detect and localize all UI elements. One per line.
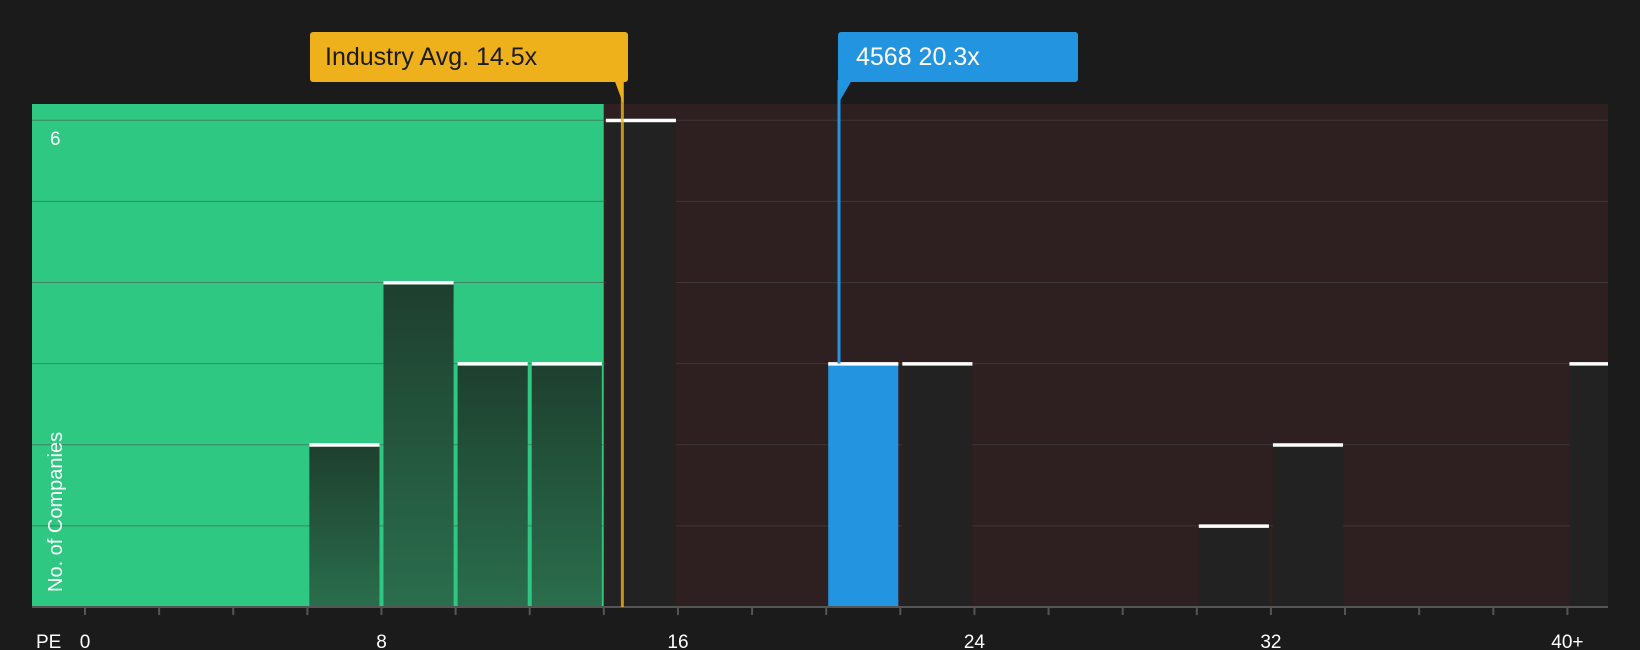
y-axis-label: No. of Companies (45, 432, 67, 592)
x-axis-label: PE (36, 632, 61, 650)
histogram-bar (1198, 525, 1269, 607)
x-tick-label: 16 (667, 632, 688, 650)
bar-cap (1198, 524, 1269, 528)
histogram-bar (1272, 444, 1344, 607)
pe-distribution-chart: 0 8 16 24 32 40+ PE 6 No. of Companies Industry … (32, 32, 1608, 650)
histogram-bar (383, 282, 454, 607)
histogram-bar (605, 120, 676, 608)
histogram-bar (309, 444, 380, 607)
bar-cap (902, 362, 973, 366)
industry-avg-label: Industry Avg. 14.5x (325, 43, 538, 71)
bar-cap (383, 280, 454, 285)
bar-cap (1569, 362, 1608, 366)
histogram-bar (457, 363, 528, 607)
bar-cap (457, 362, 528, 366)
histogram-bar (531, 363, 602, 607)
x-tick-label: 8 (376, 632, 387, 650)
industry-avg-pointer (614, 80, 624, 104)
bar-cap (1272, 443, 1344, 447)
bar-cap (309, 443, 380, 447)
company-pe-pointer (838, 80, 852, 104)
histogram-bar (1569, 363, 1608, 607)
bar-cap (531, 362, 602, 366)
x-tick-label: 32 (1260, 632, 1281, 650)
x-tick-label: 0 (80, 632, 91, 650)
x-tick-label: 24 (964, 632, 986, 650)
histogram-bar (902, 363, 973, 607)
company-pe-label: 4568 20.3x (856, 43, 980, 71)
overvalued-zone (603, 104, 1608, 607)
histogram-bar (828, 363, 899, 607)
bar-cap (605, 118, 676, 123)
y-tick-label: 6 (50, 129, 61, 150)
x-tick-label: 40+ (1551, 632, 1583, 650)
